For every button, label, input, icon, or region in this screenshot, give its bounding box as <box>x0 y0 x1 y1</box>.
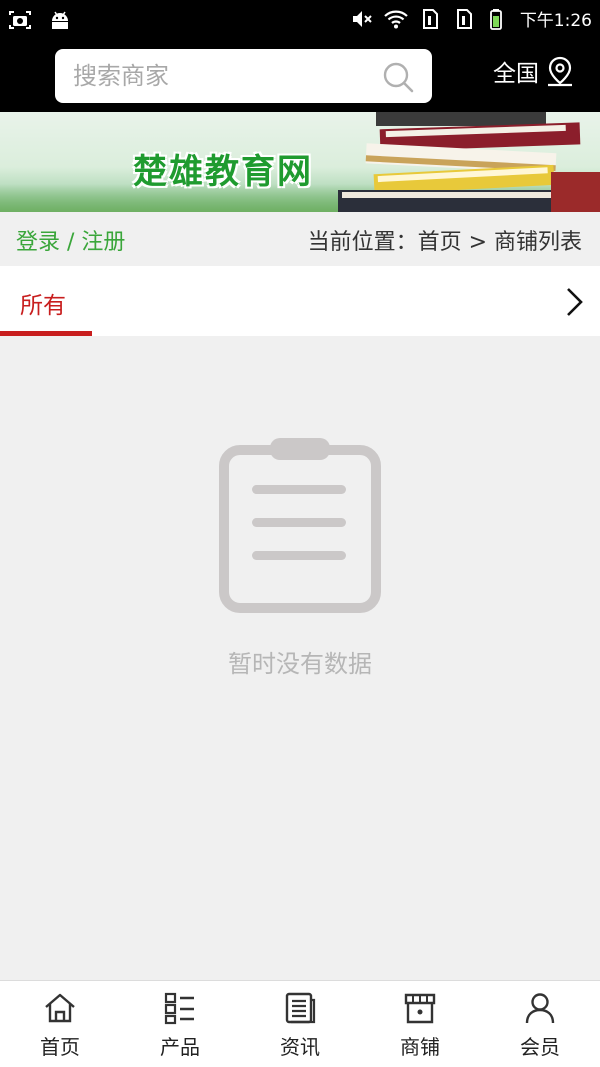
nav-stores[interactable]: 商铺 <box>360 981 480 1067</box>
nav-home[interactable]: 首页 <box>0 981 120 1067</box>
nav-products[interactable]: 产品 <box>120 981 240 1067</box>
category-tabs: 所有 <box>0 266 600 336</box>
breadcrumb: 当前位置：首页 > 商铺列表 <box>307 230 582 255</box>
banner-title: 楚雄教育网 <box>133 152 313 192</box>
home-icon <box>45 993 75 1023</box>
android-icon <box>52 11 68 29</box>
mute-icon <box>352 10 372 27</box>
news-icon <box>285 992 316 1024</box>
clipboard-icon <box>219 438 381 613</box>
nav-home-label: 首页 <box>40 1035 80 1059</box>
store-icon <box>404 993 436 1024</box>
nav-products-label: 产品 <box>160 1035 200 1059</box>
region-selector[interactable]: 全国 <box>493 54 575 88</box>
search-box[interactable] <box>55 49 432 103</box>
wifi-icon <box>384 10 408 28</box>
search-input[interactable] <box>73 49 373 103</box>
user-icon <box>525 993 555 1024</box>
sim2-icon <box>456 8 472 29</box>
status-right: 下午1:26 <box>350 6 592 31</box>
nav-member-label: 会员 <box>520 1035 560 1059</box>
nav-news[interactable]: 资讯 <box>240 981 360 1067</box>
sim1-icon <box>422 8 438 29</box>
grid-list-icon <box>164 992 194 1025</box>
banner: 楚雄教育网 <box>0 112 600 212</box>
breadcrumb-bar: 登录 / 注册 当前位置：首页 > 商铺列表 <box>0 212 600 266</box>
battery-icon <box>489 8 502 30</box>
screenshot-icon <box>9 11 31 29</box>
chevron-right-icon[interactable] <box>562 286 586 318</box>
bottom-nav: 首页 产品 资讯 商铺 会员 <box>0 980 600 1067</box>
status-left <box>8 8 72 32</box>
top-bar: 全国 <box>0 40 600 112</box>
login-register-link[interactable]: 登录 / 注册 <box>16 224 125 256</box>
nav-stores-label: 商铺 <box>400 1035 440 1059</box>
tab-all[interactable]: 所有 <box>0 266 92 336</box>
location-pin-icon <box>548 56 572 87</box>
status-bar: 下午1:26 <box>0 0 600 40</box>
nav-member[interactable]: 会员 <box>480 981 600 1067</box>
tab-all-label: 所有 <box>20 293 66 319</box>
status-time: 下午1:26 <box>519 11 592 31</box>
nav-news-label: 资讯 <box>280 1035 320 1059</box>
books-illustration <box>338 112 600 212</box>
search-icon[interactable] <box>382 61 414 93</box>
empty-message: 暂时没有数据 <box>228 650 372 678</box>
empty-state: 暂时没有数据 <box>0 336 600 980</box>
region-label: 全国 <box>493 61 539 87</box>
